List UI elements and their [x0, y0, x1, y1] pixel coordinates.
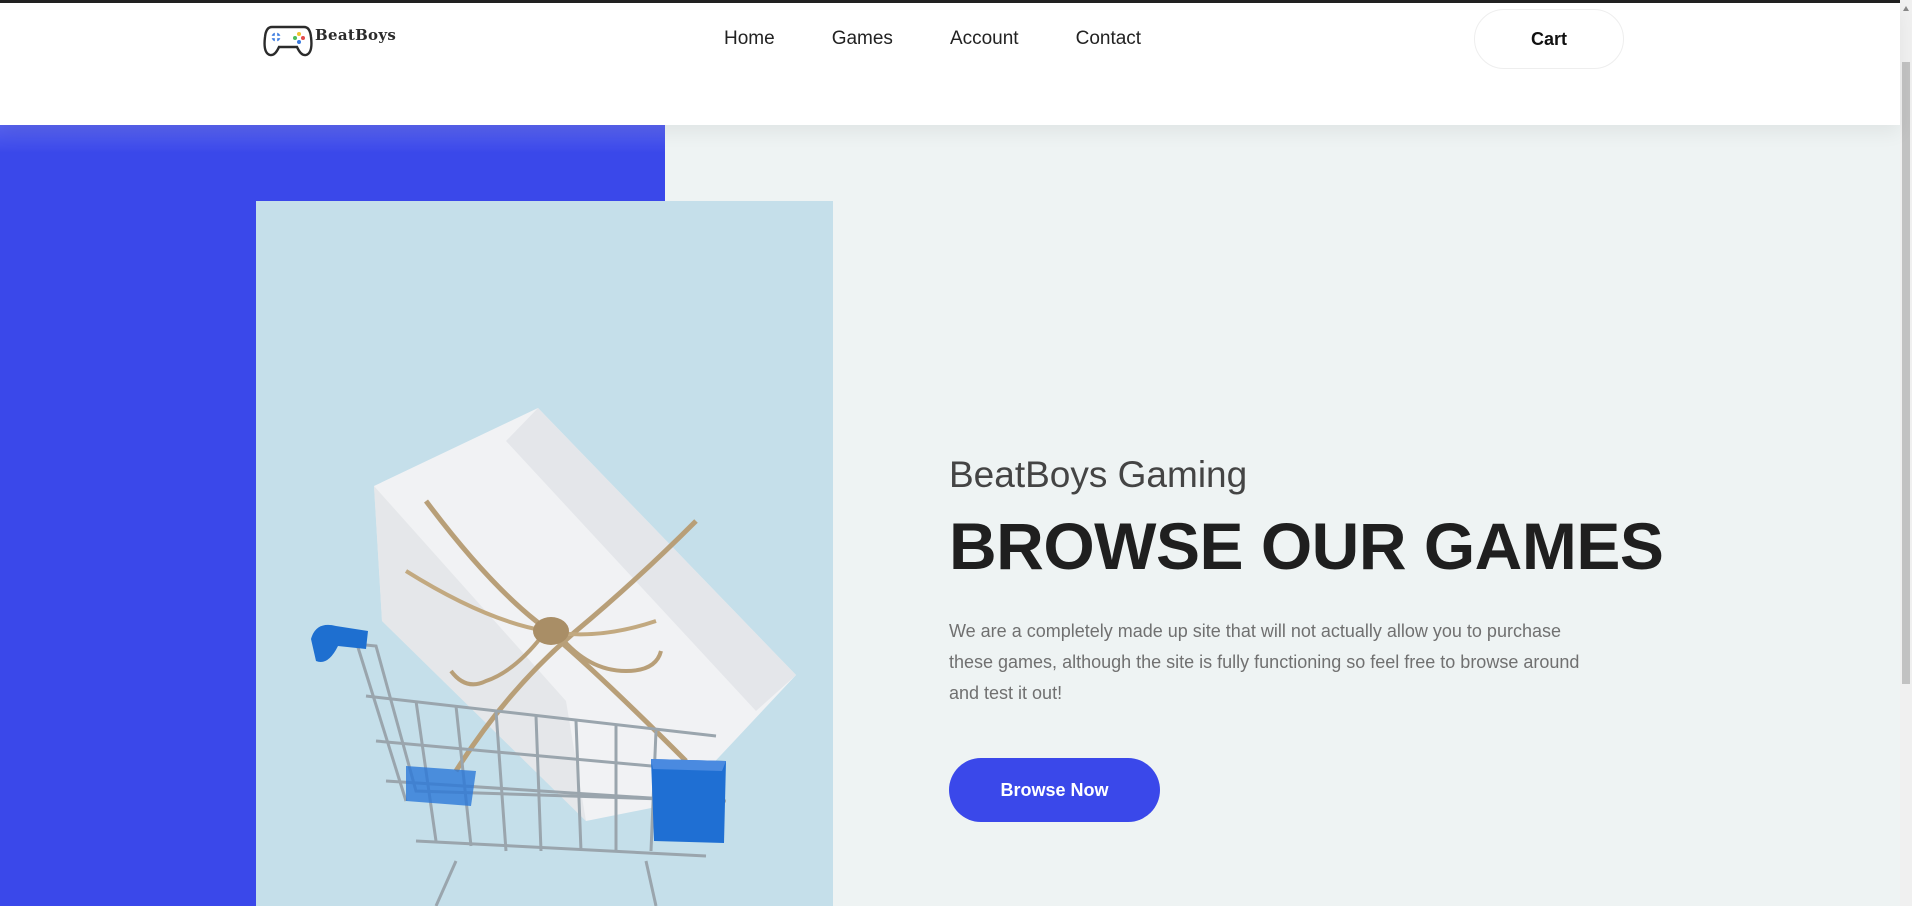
hero-image [256, 201, 833, 906]
site-header: BeatBoys Home Games Account Contact Cart [0, 3, 1900, 125]
hero-description: We are a completely made up site that wi… [949, 621, 1580, 703]
page-scrollbar[interactable] [1900, 0, 1912, 906]
scrollbar-thumb[interactable] [1902, 62, 1910, 684]
nav-games[interactable]: Games [832, 27, 893, 51]
hero-subtitle: BeatBoys Gaming [949, 454, 1248, 495]
gift-in-cart-illustration [311, 408, 796, 906]
main-menu: Home Games Account Contact [724, 27, 1198, 51]
hero-title: BROWSE OUR GAMES [949, 509, 1664, 583]
hero-section: BeatBoys Gaming BROWSE OUR GAMES We are … [0, 125, 1900, 906]
scroll-up-arrow-icon[interactable] [1903, 6, 1909, 11]
brand-logo[interactable]: BeatBoys [262, 19, 396, 59]
nav-home[interactable]: Home [724, 27, 775, 51]
cart-button[interactable]: Cart [1474, 9, 1624, 69]
browse-now-button[interactable]: Browse Now [949, 758, 1160, 822]
brand-name: BeatBoys [315, 26, 397, 44]
nav-contact[interactable]: Contact [1076, 27, 1141, 51]
gamepad-icon [262, 19, 314, 59]
nav-account[interactable]: Account [950, 27, 1019, 51]
